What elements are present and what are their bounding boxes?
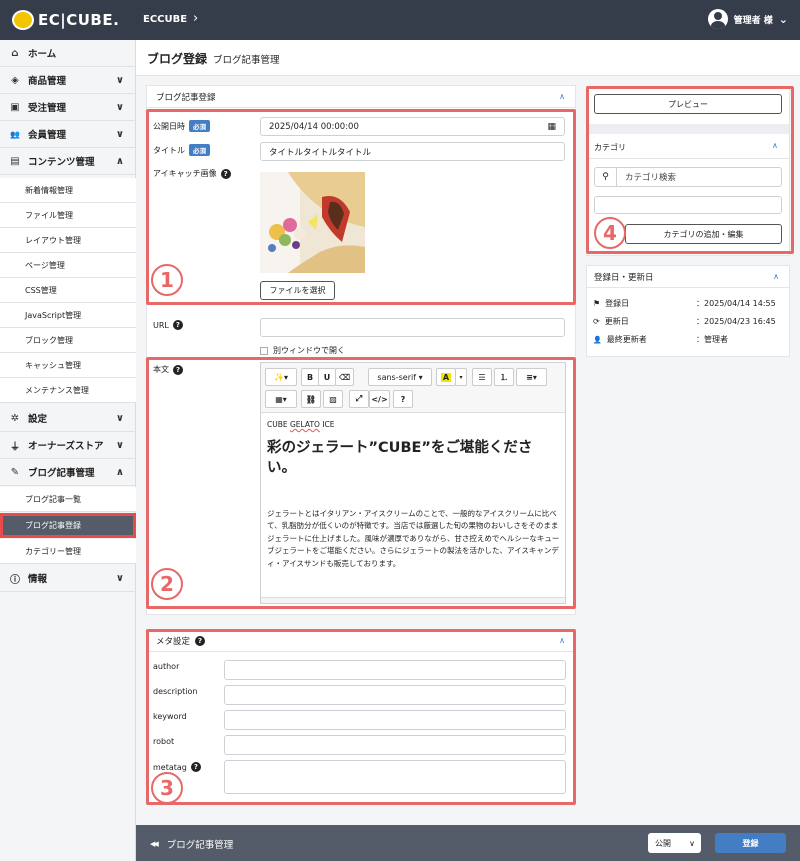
- back-link[interactable]: ◀◀ ブログ記事管理: [150, 837, 233, 851]
- pen-icon: ✎: [10, 466, 20, 478]
- url-label: URL?: [153, 320, 183, 330]
- new-window-checkbox[interactable]: 別ウィンドウで開く: [260, 345, 345, 356]
- sidebar-item-contents[interactable]: ▤ コンテンツ管理 ∧: [0, 148, 136, 175]
- home-icon: ⌂: [11, 47, 19, 59]
- sidebar-item-news[interactable]: 新着情報管理: [0, 178, 136, 203]
- chevron-right-icon: ›: [193, 11, 199, 26]
- sidebar-item-owners-store[interactable]: ⏚ オーナーズストア ∨: [0, 432, 136, 459]
- sidebar-item-cache[interactable]: キャッシュ管理: [0, 353, 136, 378]
- sidebar-item-category[interactable]: カテゴリー管理: [0, 539, 136, 564]
- chevron-up-icon: ∧: [115, 155, 124, 167]
- user-name: 管理者 様: [733, 15, 773, 26]
- updated-date-value: ：2025/04/23 16:45: [696, 317, 776, 326]
- sidebar-item-label: 受注管理: [28, 103, 67, 114]
- chevron-down-icon: ∨: [115, 74, 124, 86]
- user-avatar-icon: [707, 9, 728, 29]
- sidebar-item-blog[interactable]: ✎ ブログ記事管理 ∧: [0, 459, 136, 486]
- sidebar-item-info[interactable]: ⓘ 情報 ∨: [0, 565, 136, 592]
- sidebar-item-pages[interactable]: ページ管理: [0, 253, 136, 278]
- annotation-box-3: [146, 629, 576, 805]
- chevron-down-icon: ∨: [115, 101, 124, 113]
- chevron-down-icon: ∨: [689, 838, 695, 848]
- annotation-number-1: 1: [151, 264, 183, 296]
- sidebar: ⌂ ホーム ◈ 商品管理 ∨ ▣ 受注管理 ∨ 👥 会員管理 ∨ ▤ コンテンツ管理 ∧ 新着情報…: [0, 40, 136, 861]
- card-title: ブログ記事登録: [156, 92, 216, 103]
- eccube-logo[interactable]: EC|CUBE.: [12, 9, 122, 31]
- register-button[interactable]: 登録: [715, 833, 786, 853]
- updated-date-row: ⟳ 更新日: [593, 317, 629, 326]
- file-icon: ▤: [10, 155, 20, 167]
- sidebar-item-javascript[interactable]: JavaScript管理: [0, 303, 136, 328]
- sidebar-item-label: ホーム: [28, 49, 57, 60]
- annotation-number-2: 2: [151, 568, 183, 600]
- bottom-action-bar: ◀◀ ブログ記事管理 公開 ∨ 登録: [136, 825, 800, 861]
- plug-icon: ⏚: [10, 441, 20, 453]
- info-icon: ⓘ: [10, 574, 20, 586]
- page-title: ブログ登録: [147, 52, 208, 66]
- user-menu[interactable]: 管理者 様 ⌄: [707, 9, 788, 29]
- help-icon[interactable]: ?: [172, 320, 183, 330]
- logo-text: EC|CUBE.: [38, 11, 120, 29]
- person-icon: 👤: [593, 335, 602, 344]
- chevron-up-icon: ∧: [115, 466, 124, 478]
- url-input[interactable]: [260, 318, 565, 337]
- chevron-down-icon: ∨: [115, 572, 124, 584]
- chevron-down-icon: ∨: [115, 128, 124, 140]
- card-header[interactable]: ブログ記事登録 ∧: [147, 86, 575, 108]
- annotation-number-4: 4: [594, 217, 626, 249]
- registered-date-value: ：2025/04/14 14:55: [696, 299, 776, 308]
- annotation-box-2: [146, 357, 576, 609]
- annotation-number-3: 3: [151, 772, 183, 804]
- gear-icon: ✲: [10, 412, 20, 424]
- sidebar-item-css[interactable]: CSS管理: [0, 278, 136, 303]
- sidebar-item-label: コンテンツ管理: [28, 157, 95, 168]
- sidebar-item-blog-list[interactable]: ブログ記事一覧: [0, 487, 136, 512]
- last-editor-row: 👤 最終更新者: [593, 335, 647, 344]
- sidebar-item-blog-register[interactable]: ブログ記事登録: [0, 513, 136, 538]
- shop-name-link[interactable]: ECCUBE: [143, 14, 187, 25]
- chevron-down-icon: ⌄: [778, 12, 788, 26]
- checkbox-label: 別ウィンドウで開く: [273, 346, 345, 355]
- users-icon: 👥: [10, 129, 20, 139]
- double-chevron-left-icon: ◀◀: [150, 840, 159, 848]
- card-header[interactable]: 登録日・更新日 ∧: [587, 266, 789, 288]
- chevron-up-icon: ∧: [773, 272, 779, 281]
- back-label: ブログ記事管理: [166, 840, 234, 851]
- chevron-up-icon: ∧: [559, 92, 565, 101]
- sidebar-item-customers[interactable]: 👥 会員管理 ∨: [0, 121, 136, 148]
- sidebar-item-blocks[interactable]: ブロック管理: [0, 328, 136, 353]
- sidebar-item-maintenance[interactable]: メンテナンス管理: [0, 378, 136, 403]
- sidebar-item-label: ブログ記事管理: [28, 468, 95, 479]
- annotation-box-1: [146, 109, 576, 305]
- cube-icon: ◈: [11, 74, 19, 86]
- sidebar-item-label: 商品管理: [28, 76, 67, 87]
- chevron-down-icon: ∨: [115, 439, 124, 451]
- flag-icon: ⚑: [593, 299, 601, 308]
- card-title: 登録日・更新日: [594, 272, 654, 283]
- sidebar-item-home[interactable]: ⌂ ホーム: [0, 40, 136, 67]
- logo-mark-icon: [12, 10, 34, 30]
- sidebar-item-settings[interactable]: ✲ 設定 ∨: [0, 405, 136, 432]
- sidebar-item-files[interactable]: ファイル管理: [0, 203, 136, 228]
- chevron-down-icon: ∨: [115, 412, 124, 424]
- sidebar-item-label: 設定: [28, 414, 48, 425]
- checkbox-box[interactable]: [260, 346, 268, 355]
- sidebar-item-products[interactable]: ◈ 商品管理 ∨: [0, 67, 136, 94]
- publish-status-select[interactable]: 公開 ∨: [648, 833, 701, 853]
- sidebar-item-orders[interactable]: ▣ 受注管理 ∨: [0, 94, 136, 121]
- refresh-icon: ⟳: [593, 317, 600, 326]
- sidebar-item-layout[interactable]: レイアウト管理: [0, 228, 136, 253]
- sidebar-item-label: 会員管理: [28, 130, 67, 141]
- page-subtitle: ブログ記事管理: [213, 55, 280, 66]
- sidebar-item-label: 情報: [28, 574, 48, 585]
- top-bar: EC|CUBE. ECCUBE › 管理者 様 ⌄: [0, 0, 800, 40]
- last-editor-value: ：管理者: [696, 335, 728, 344]
- cart-icon: ▣: [10, 101, 20, 113]
- sidebar-item-label: オーナーズストア: [28, 441, 104, 452]
- registered-date-row: ⚑ 登録日: [593, 299, 630, 308]
